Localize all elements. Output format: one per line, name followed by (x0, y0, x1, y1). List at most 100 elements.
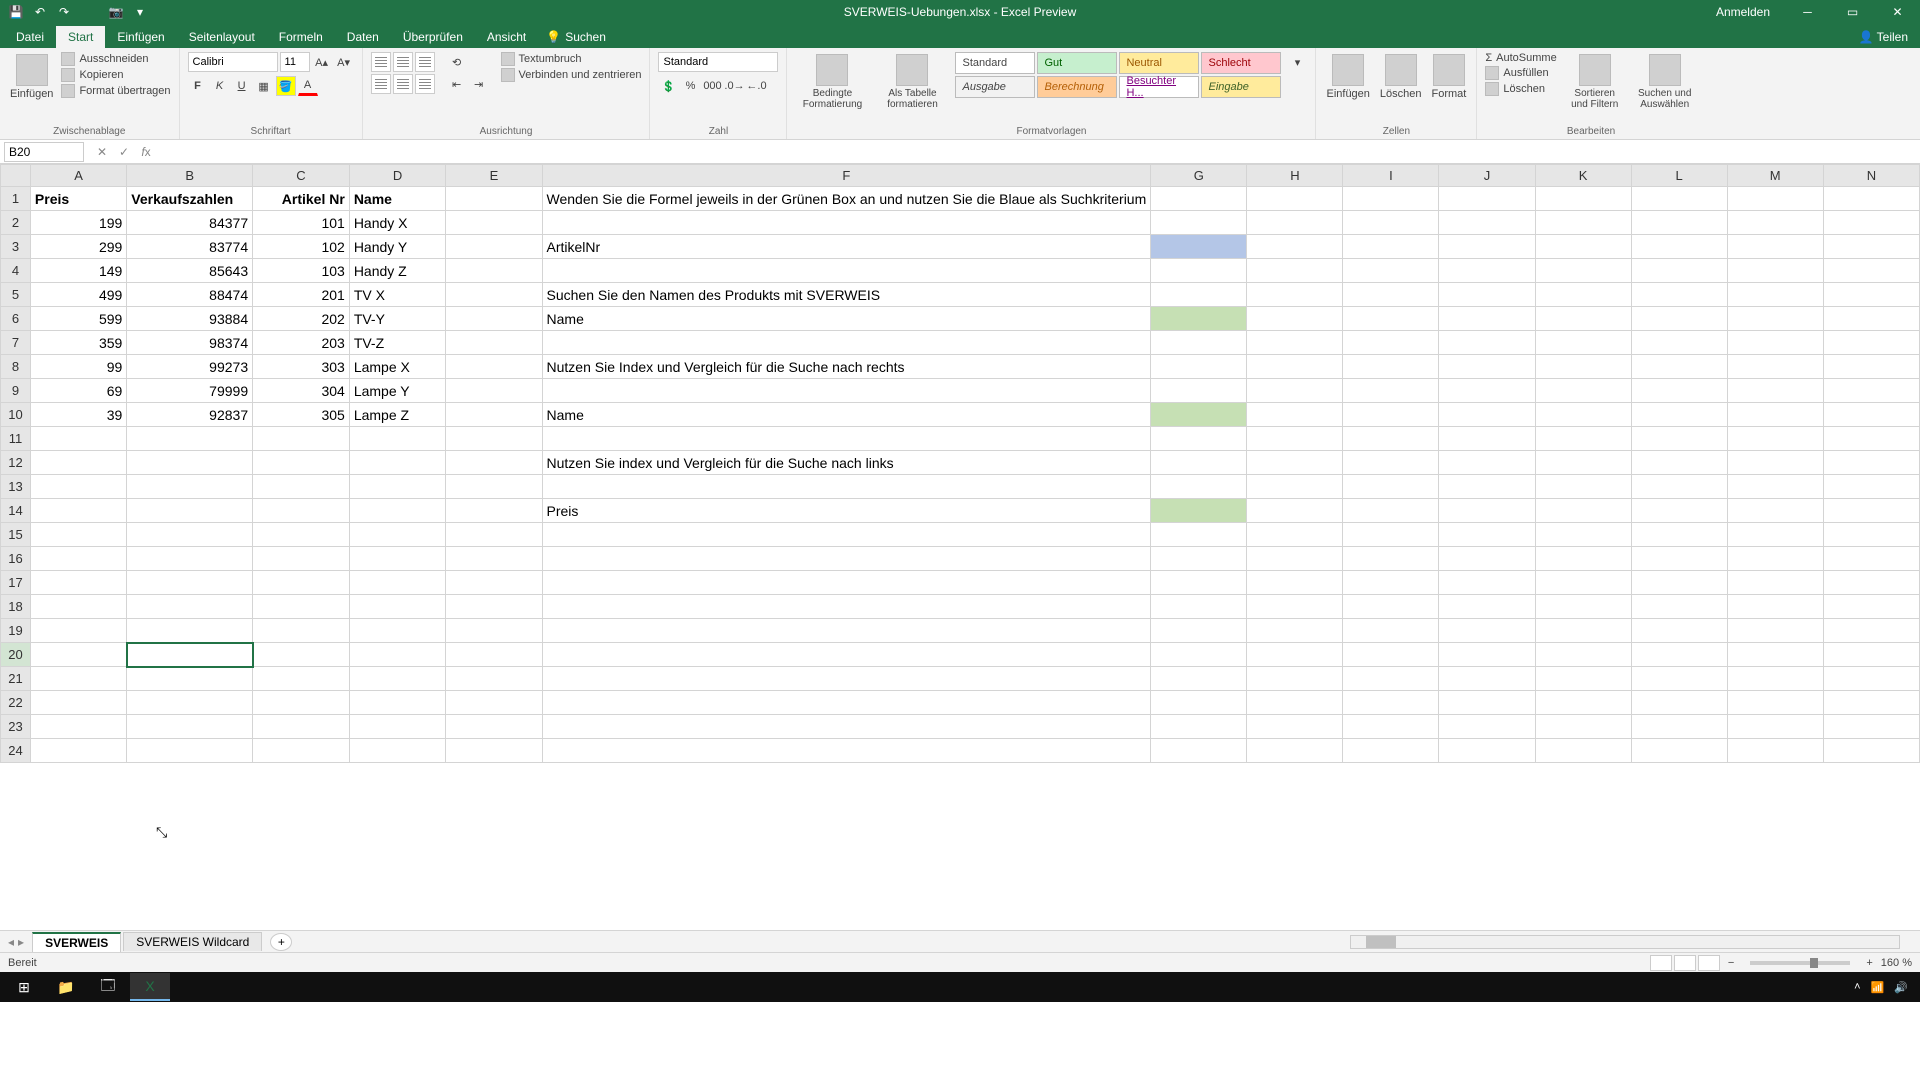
cell[interactable] (1823, 259, 1919, 283)
cell[interactable]: Lampe X (349, 355, 446, 379)
cell[interactable] (446, 451, 542, 475)
cell[interactable] (349, 547, 446, 571)
cell[interactable] (1631, 475, 1727, 499)
merge-center-button[interactable]: Verbinden und zentrieren (501, 68, 642, 82)
cell[interactable] (30, 475, 126, 499)
cell[interactable] (1727, 259, 1823, 283)
cell[interactable] (1823, 283, 1919, 307)
row-header-12[interactable]: 12 (1, 451, 31, 475)
cell[interactable]: Wenden Sie die Formel jeweils in der Grü… (542, 187, 1151, 211)
fill-button[interactable]: Ausfüllen (1485, 66, 1556, 80)
underline-button[interactable]: U (232, 76, 252, 96)
cell[interactable] (30, 427, 126, 451)
cell[interactable] (1343, 307, 1439, 331)
cell[interactable] (446, 307, 542, 331)
cell[interactable] (1727, 499, 1823, 523)
cell[interactable] (1439, 475, 1535, 499)
cell[interactable] (30, 571, 126, 595)
cell[interactable] (1535, 355, 1631, 379)
cell[interactable] (446, 715, 542, 739)
cell[interactable]: 93884 (127, 307, 253, 331)
cell[interactable] (1535, 715, 1631, 739)
view-page-break-button[interactable] (1698, 955, 1720, 971)
cell[interactable] (1247, 571, 1343, 595)
cell[interactable] (1151, 715, 1247, 739)
cell[interactable] (1247, 619, 1343, 643)
number-format-select[interactable] (658, 52, 778, 72)
row-header-15[interactable]: 15 (1, 523, 31, 547)
cell[interactable] (253, 499, 350, 523)
cell[interactable] (127, 595, 253, 619)
insert-cells-button[interactable]: Einfügen (1324, 52, 1371, 102)
cell[interactable] (446, 379, 542, 403)
cell[interactable] (253, 691, 350, 715)
cell[interactable] (1631, 331, 1727, 355)
cell[interactable]: Artikel Nr (253, 187, 350, 211)
cell[interactable]: 201 (253, 283, 350, 307)
cut-button[interactable]: Ausschneiden (61, 52, 170, 66)
align-center-button[interactable] (393, 74, 413, 94)
align-left-button[interactable] (371, 74, 391, 94)
cell[interactable] (1247, 283, 1343, 307)
bold-button[interactable]: F (188, 76, 208, 96)
cell[interactable] (1631, 643, 1727, 667)
cell[interactable]: Name (349, 187, 446, 211)
cell[interactable] (1247, 691, 1343, 715)
row-header-3[interactable]: 3 (1, 235, 31, 259)
cell[interactable] (542, 523, 1151, 547)
tab-daten[interactable]: Daten (335, 26, 391, 48)
add-sheet-button[interactable]: + (270, 933, 292, 951)
cell[interactable] (1439, 523, 1535, 547)
cell[interactable] (1823, 403, 1919, 427)
cell[interactable] (1727, 523, 1823, 547)
cell[interactable] (1727, 307, 1823, 331)
cell[interactable] (1151, 547, 1247, 571)
cell[interactable] (1535, 187, 1631, 211)
cell[interactable] (1727, 475, 1823, 499)
col-header-M[interactable]: M (1727, 165, 1823, 187)
cell[interactable] (1151, 475, 1247, 499)
border-button[interactable]: ▦ (254, 76, 274, 96)
cell[interactable] (1151, 355, 1247, 379)
cell[interactable] (1535, 259, 1631, 283)
cell-style-schlecht[interactable]: Schlecht (1201, 52, 1281, 74)
cell[interactable] (1343, 451, 1439, 475)
find-select-button[interactable]: Suchen und Auswählen (1633, 52, 1697, 112)
cell[interactable] (1535, 499, 1631, 523)
cell[interactable] (1247, 739, 1343, 763)
cell[interactable] (1343, 379, 1439, 403)
cell[interactable] (1151, 667, 1247, 691)
comma-button[interactable]: 000 (702, 76, 722, 96)
cell[interactable] (1439, 235, 1535, 259)
cell[interactable] (1823, 523, 1919, 547)
cell[interactable] (446, 331, 542, 355)
cell[interactable] (1247, 595, 1343, 619)
cell[interactable] (1151, 259, 1247, 283)
cell[interactable] (1439, 403, 1535, 427)
cell[interactable] (542, 715, 1151, 739)
cell[interactable] (542, 691, 1151, 715)
cell[interactable] (1151, 331, 1247, 355)
row-header-16[interactable]: 16 (1, 547, 31, 571)
cell[interactable] (253, 571, 350, 595)
view-page-layout-button[interactable] (1674, 955, 1696, 971)
cell[interactable] (1823, 427, 1919, 451)
cell[interactable] (1727, 187, 1823, 211)
col-header-E[interactable]: E (446, 165, 542, 187)
cell[interactable] (1343, 499, 1439, 523)
cell[interactable] (1727, 235, 1823, 259)
cell[interactable] (1151, 403, 1247, 427)
zoom-level[interactable]: 160 % (1881, 957, 1912, 969)
redo-icon[interactable]: ↷ (56, 5, 72, 19)
row-header-19[interactable]: 19 (1, 619, 31, 643)
cell[interactable]: TV X (349, 283, 446, 307)
cell[interactable]: TV-Y (349, 307, 446, 331)
cell[interactable]: 305 (253, 403, 350, 427)
cell[interactable] (1727, 283, 1823, 307)
cell[interactable] (1343, 667, 1439, 691)
cell[interactable] (1727, 379, 1823, 403)
col-header-D[interactable]: D (349, 165, 446, 187)
cell[interactable] (542, 667, 1151, 691)
cell[interactable] (1151, 595, 1247, 619)
font-name-select[interactable] (188, 52, 278, 72)
